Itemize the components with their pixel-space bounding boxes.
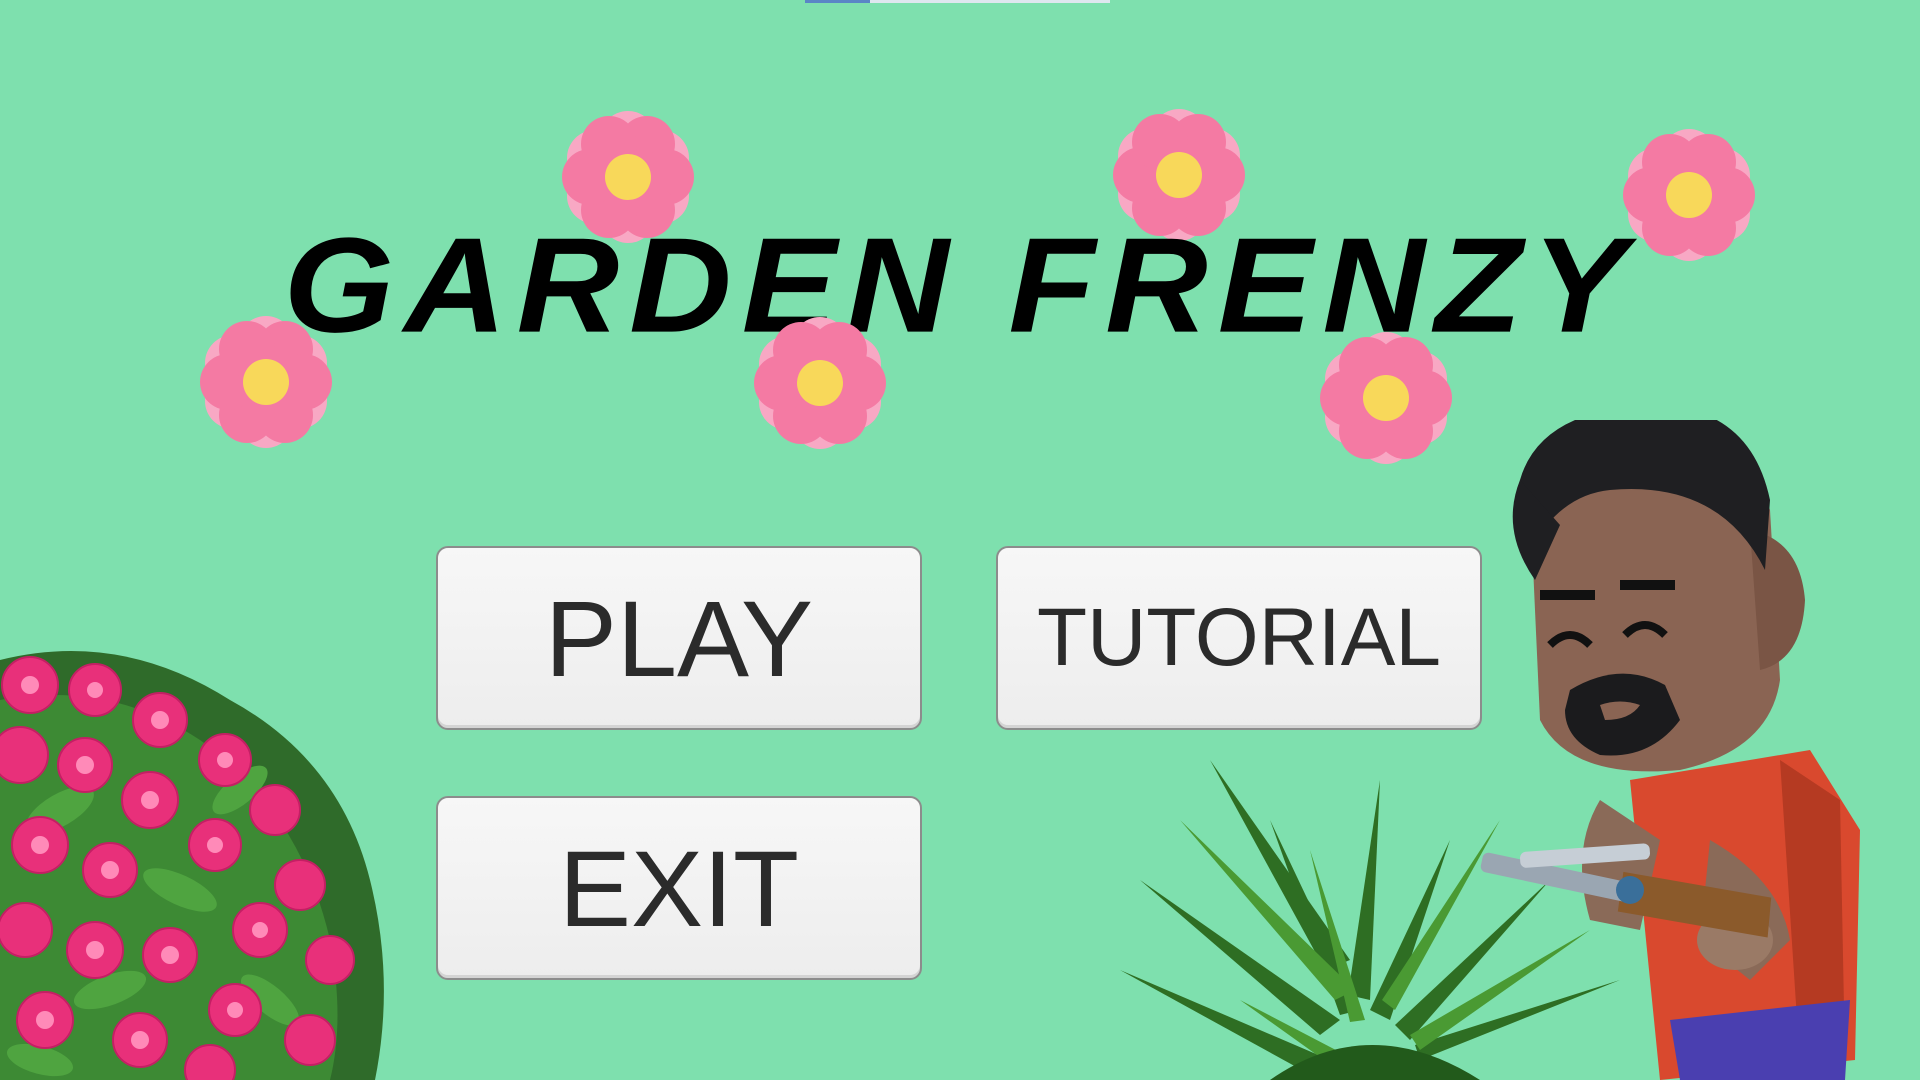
flower-icon	[1320, 332, 1452, 464]
loading-bar	[805, 0, 1110, 3]
tutorial-button[interactable]: TUTORIAL	[996, 546, 1482, 730]
flower-icon	[754, 317, 886, 449]
exit-button[interactable]: EXIT	[436, 796, 922, 980]
exit-label: EXIT	[558, 827, 800, 949]
play-button[interactable]: PLAY	[436, 546, 922, 730]
play-label: PLAY	[544, 577, 814, 699]
flower-bush-image	[0, 651, 384, 1080]
main-menu-scene: GARDEN FRENZY PLAY TUTORIAL EXIT	[0, 0, 1920, 1080]
flower-icon	[200, 316, 332, 448]
tutorial-label: TUTORIAL	[1037, 592, 1441, 683]
gardener-character-image	[1480, 420, 1860, 1080]
